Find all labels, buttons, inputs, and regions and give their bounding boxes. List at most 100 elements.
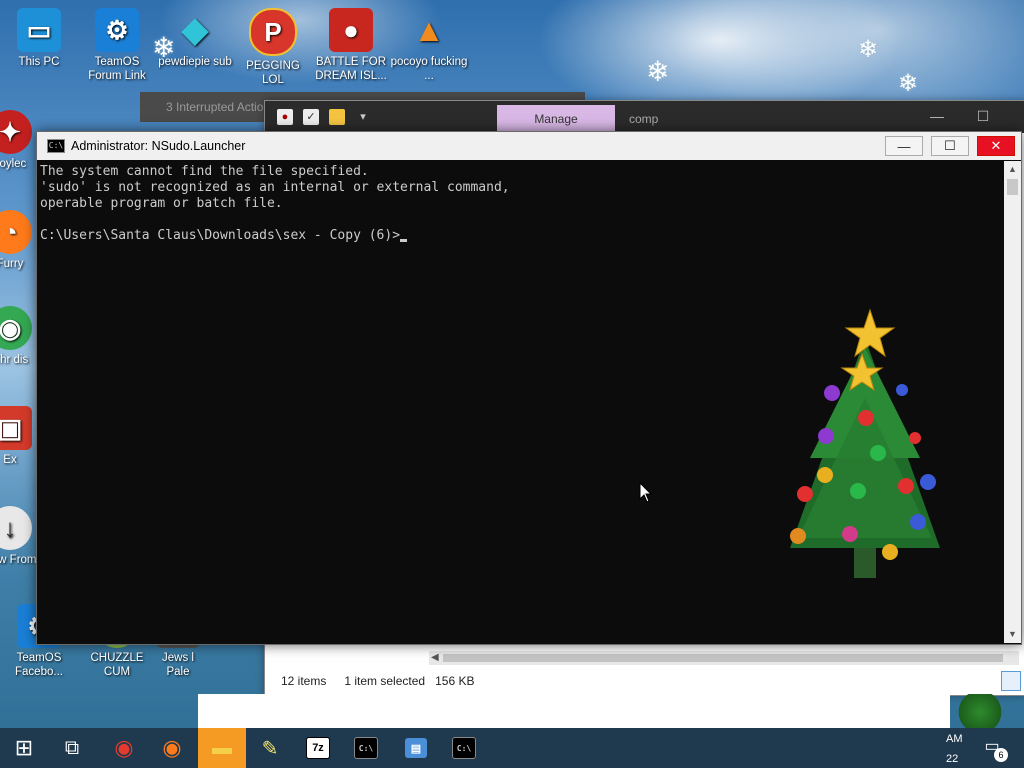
clock-date: 22 <box>946 753 959 765</box>
console-line: 'sudo' is not recognized as an internal … <box>40 180 510 195</box>
firefox-icon: ◉ <box>162 735 182 760</box>
desktop-icon-bfdi[interactable]: ● BATTLE FOR DREAM ISL... <box>312 8 390 83</box>
chrome-icon: ◉ <box>0 306 32 350</box>
windows-icon: ⊞ <box>14 735 34 760</box>
scroll-thumb[interactable] <box>1007 179 1018 195</box>
console-prompt: C:\Users\Santa Claus\Downloads\sex - Cop… <box>40 228 401 243</box>
desktop-icon-yoylec[interactable]: ✦ yoylec <box>0 110 38 171</box>
clock-time: AM <box>946 733 963 745</box>
desktop-icon-pewdiepie[interactable]: ◆ pewdiepie sub <box>156 8 234 69</box>
maximize-button[interactable]: ☐ <box>931 136 969 156</box>
desktop-icon-label: TeamOS Facebo... <box>15 652 63 678</box>
minimize-button[interactable]: — <box>885 136 923 156</box>
chevron-down-icon[interactable]: ▾ <box>355 109 371 125</box>
details-view-icon[interactable] <box>1001 671 1021 691</box>
chevron-left-icon[interactable]: ◀ <box>431 651 439 665</box>
desktop-icon-label: yoylec <box>0 158 27 170</box>
console-prompt-line: C:\Users\Santa Claus\Downloads\sex - Cop… <box>40 228 1003 244</box>
desktop-icon-label: Chr dis <box>0 354 29 366</box>
task-view-button[interactable]: ⧉ <box>48 728 96 768</box>
quick-access-toolbar: ● ✓ ▬ ▾ <box>277 109 371 125</box>
horizontal-scrollbar[interactable]: ◀ <box>429 651 1019 665</box>
start-button[interactable]: ⊞ <box>0 728 48 768</box>
vertical-scrollbar[interactable]: ▲ ▼ <box>1004 161 1021 643</box>
explorer-bottom-area <box>198 694 950 728</box>
properties-icon[interactable]: ● <box>277 109 293 125</box>
console-line: operable program or batch file. <box>40 196 283 211</box>
ornament-icon: ✦ <box>0 110 32 154</box>
notification-badge: 6 <box>994 748 1008 762</box>
desktop-icon-label: BATTLE FOR DREAM ISL... <box>315 56 387 82</box>
firefox-icon: ◔ <box>0 210 32 254</box>
folder-icon: ▬ <box>212 736 232 759</box>
this-pc-icon: ▭ <box>17 8 61 52</box>
chrome-icon: ◉ <box>114 735 134 760</box>
desktop-icon-label: Ex <box>3 454 17 466</box>
desktop-icon-furry[interactable]: ◔ Furry <box>0 210 38 271</box>
desktop-icon-label: Jews l Pale <box>162 652 194 678</box>
snowflake-icon: ❄ <box>898 70 919 97</box>
diamond-icon: ◆ <box>181 11 209 49</box>
desktop-icon-label: Dow From <box>0 554 37 566</box>
desktop-icon-label: Furry <box>0 258 24 270</box>
file-explorer-taskbar-button[interactable]: ▬ <box>198 728 246 768</box>
desktop-icon-label: PEGGING LOL <box>246 60 300 86</box>
tab-manage[interactable]: Manage <box>497 105 615 133</box>
system-clock[interactable]: AM 22 <box>946 728 972 768</box>
desktop-icon-this-pc[interactable]: ▭ This PC <box>0 8 78 69</box>
control-panel-taskbar-button[interactable]: ▤ <box>392 728 440 768</box>
desktop-icon-label: TeamOS Forum Link <box>88 56 146 82</box>
notification-center-button[interactable]: ▭ 6 <box>980 736 1008 762</box>
desktop-icon-label: pewdiepie sub <box>158 56 232 68</box>
console-titlebar[interactable]: C:\ Administrator: NSudo.Launcher — ☐ ✕ <box>37 132 1021 160</box>
scroll-thumb[interactable] <box>443 654 1003 662</box>
maximize-button[interactable]: ☐ <box>961 105 1005 127</box>
desktop-icon-teamos-forum[interactable]: ⚙ TeamOS Forum Link <box>78 8 156 83</box>
desktop-icon-pegging[interactable]: P PEGGING LOL <box>234 8 312 87</box>
desktop-icon-chrome[interactable]: ◉ Chr dis <box>0 306 38 367</box>
console-icon: C:\ <box>354 737 378 759</box>
taskbar: ⊞ ⧉ ◉ ◉ ▬ ✎ 7z C:\ ▤ C:\ AM 22 ▭ 6 <box>0 728 1024 768</box>
close-button[interactable]: ✕ <box>977 136 1015 156</box>
holly-icon <box>950 694 1006 728</box>
console-icon: C:\ <box>452 737 476 759</box>
notepad-taskbar-button[interactable]: ✎ <box>246 728 294 768</box>
chevron-up-icon[interactable]: ▲ <box>1004 161 1021 178</box>
minimize-button[interactable]: — <box>915 105 959 127</box>
gift-icon: ▣ <box>0 406 32 450</box>
window-title: Administrator: NSudo.Launcher <box>71 139 246 153</box>
console-taskbar-button[interactable]: C:\ <box>342 728 390 768</box>
mouse-pointer-icon <box>639 482 653 503</box>
sevenzip-icon: 7z <box>306 737 330 759</box>
desktop-icon-pocoyo[interactable]: ▲ pocoyo fucking ... <box>390 8 468 83</box>
chevron-down-icon[interactable]: ▼ <box>1004 626 1021 643</box>
p-icon: P <box>249 8 297 56</box>
snowflake-icon: ❄ <box>858 36 879 63</box>
console-line: The system cannot find the file specifie… <box>40 164 369 179</box>
status-item-count: 12 items <box>281 674 327 688</box>
window-title: comp <box>629 112 659 126</box>
desktop-icon-label: CHUZZLE CUM <box>90 652 144 678</box>
desktop-icon-ex[interactable]: ▣ Ex <box>0 406 38 467</box>
desktop-icon-label: pocoyo fucking ... <box>390 56 468 82</box>
task-view-icon: ⧉ <box>64 736 80 759</box>
new-folder-icon[interactable]: ▬ <box>329 109 345 125</box>
sevenzip-taskbar-button[interactable]: 7z <box>294 728 342 768</box>
status-selected: 1 item selected <box>344 674 426 688</box>
text-cursor <box>400 239 408 242</box>
angry-bird-icon: ● <box>329 8 373 52</box>
firefox-taskbar-button[interactable]: ◉ <box>148 728 196 768</box>
status-bar: 12 items 1 item selected 156 KB <box>265 667 1024 695</box>
christmas-tree-icon <box>790 308 940 578</box>
snowflake-icon: ❄ <box>646 56 670 87</box>
notepad-icon: ✎ <box>261 737 279 760</box>
desktop-icon-download[interactable]: ↓ Dow From <box>0 506 38 567</box>
status-size: 156 KB <box>435 674 475 688</box>
chrome-taskbar-button[interactable]: ◉ <box>100 728 148 768</box>
download-icon: ↓ <box>0 506 32 550</box>
console-taskbar-button-2[interactable]: C:\ <box>440 728 488 768</box>
checkmark-icon[interactable]: ✓ <box>303 109 319 125</box>
vlc-cone-icon: ▲ <box>413 12 445 48</box>
gear-icon: ⚙ <box>95 8 139 52</box>
desktop-icon-label: This PC <box>18 56 60 68</box>
